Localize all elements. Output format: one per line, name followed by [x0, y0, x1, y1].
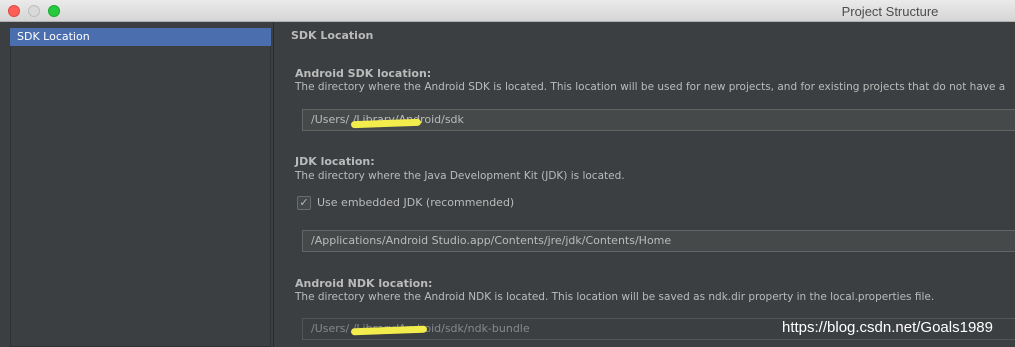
- android-ndk-label: Android NDK location:: [295, 277, 433, 290]
- close-window-button[interactable]: [8, 5, 20, 17]
- sidebar-list: [10, 46, 271, 347]
- minimize-window-button[interactable]: [28, 5, 40, 17]
- jdk-path-field[interactable]: /Applications/Android Studio.app/Content…: [302, 230, 1015, 252]
- main-panel: SDK Location Android SDK location: The d…: [275, 22, 1015, 347]
- embedded-jdk-checkbox-label: Use embedded JDK (recommended): [317, 196, 515, 209]
- watermark-text: https://blog.csdn.net/Goals1989: [782, 319, 993, 336]
- sidebar: SDK Location: [0, 22, 274, 347]
- window-title: Project Structure: [841, 4, 939, 19]
- jdk-label: JDK location:: [295, 155, 375, 168]
- zoom-window-button[interactable]: [48, 5, 60, 17]
- title-bar: Project Structure: [0, 0, 1015, 22]
- android-ndk-description: The directory where the Android NDK is l…: [295, 291, 935, 303]
- jdk-description: The directory where the Java Development…: [295, 170, 625, 182]
- sidebar-item-sdk-location[interactable]: SDK Location: [10, 28, 271, 46]
- android-sdk-label: Android SDK location:: [295, 67, 432, 80]
- section-title: SDK Location: [291, 29, 374, 42]
- android-sdk-description: The directory where the Android SDK is l…: [295, 81, 1006, 93]
- embedded-jdk-checkbox[interactable]: ✓: [297, 196, 311, 210]
